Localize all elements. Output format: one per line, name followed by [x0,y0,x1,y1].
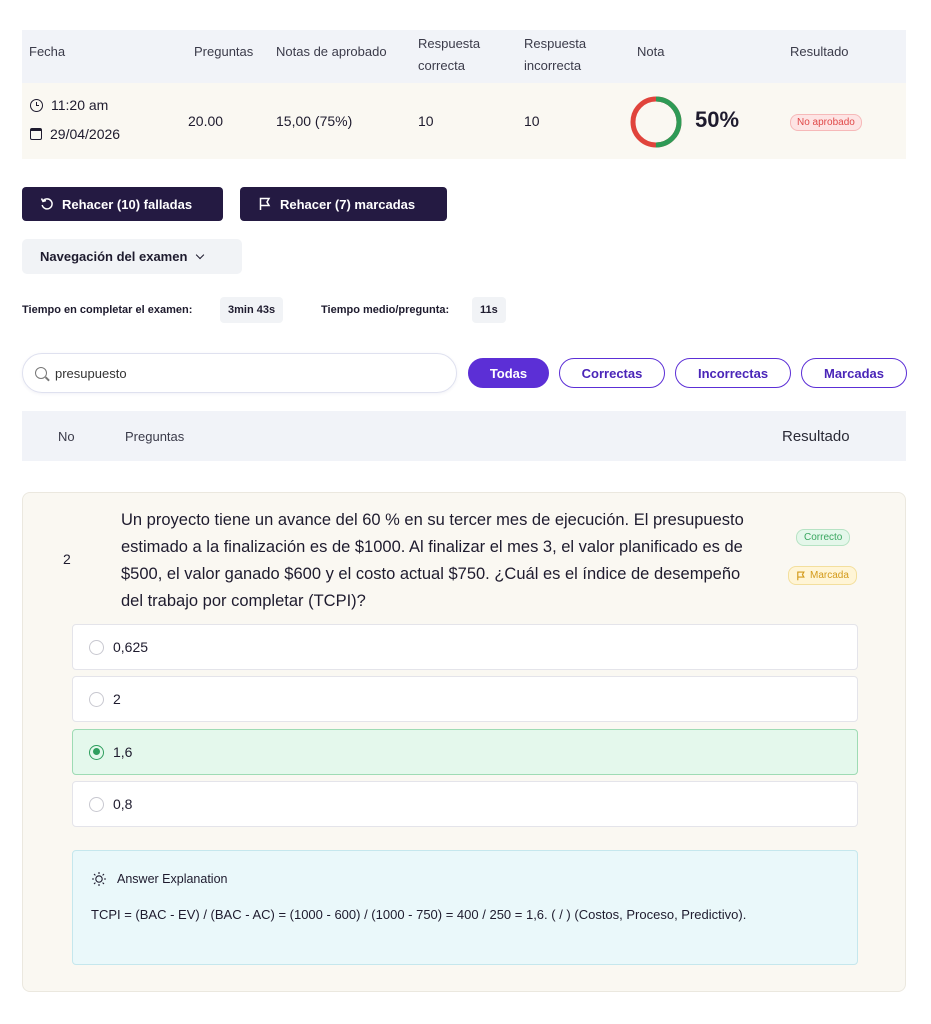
header-respuesta-correcta: Respuesta correcta [418,33,480,77]
header-respuesta-incorrecta-line1: Respuesta [524,36,587,51]
radio-icon [89,691,104,707]
question-flag-label: Marcada [810,570,849,581]
header-resultado: Resultado [790,44,849,59]
score-percent: 50% [695,107,740,132]
chevron-down-icon [196,250,205,259]
header-no: No [58,429,75,444]
answer-option-label: 0,625 [113,639,149,655]
filter-marcadas[interactable]: Marcadas [801,358,907,388]
header-preguntas-list: Preguntas [125,429,185,444]
total-time-label: Tiempo en completar el examen: [22,304,193,316]
header-fecha: Fecha [29,44,66,59]
exam-navigation-toggle[interactable]: Navegación del examen [22,239,242,274]
radio-icon [89,639,104,655]
correctas-value: 10 [418,113,434,129]
avg-time-label: Tiempo medio/pregunta: [321,304,450,316]
summary-header-row: Fecha Preguntas Notas de aprobado Respue… [22,30,906,83]
flag-icon [797,571,805,580]
total-time-value: 3min 43s [220,297,284,323]
exam-time: 11:20 am [30,97,108,113]
filter-incorrectas[interactable]: Incorrectas [675,358,791,388]
calendar-icon [30,128,42,140]
explanation-title-label: Answer Explanation [117,872,228,886]
search-box [22,353,457,393]
filter-todas[interactable]: Todas [468,358,549,388]
summary-data-row: 11:20 am 29/04/2026 20.00 15,00 (75%) 10… [22,83,906,159]
preguntas-value: 20.00 [188,113,224,129]
radio-icon [89,796,104,812]
retry-icon [40,198,53,210]
header-respuesta-incorrecta-line2: incorrecta [524,58,582,73]
header-notas-aprobado: Notas de aprobado [276,44,387,59]
question-flag-badge: Marcada [788,566,857,585]
exam-time-value: 11:20 am [51,97,109,113]
question-status-badge: Correcto [796,529,851,546]
header-respuesta-correcta-line1: Respuesta [418,36,481,51]
answer-option-label: 2 [113,691,121,707]
questions-table-header: No Preguntas Resultado [22,411,906,461]
answer-option[interactable]: 0,8 [72,781,858,827]
retry-failed-label: Rehacer (10) falladas [62,196,193,212]
avg-time-value: 11s [472,297,506,323]
explanation-text: TCPI = (BAC - EV) / (BAC - AC) = (1000 -… [91,907,747,922]
question-number: 2 [63,551,71,567]
incorrectas-value: 10 [524,113,540,129]
lightbulb-icon [92,872,106,886]
exam-date: 29/04/2026 [30,126,120,142]
answer-option[interactable]: 2 [72,676,858,722]
header-respuesta-incorrecta: Respuesta incorrecta [524,33,586,77]
search-icon [35,367,47,379]
flag-icon [259,197,271,210]
notas-aprobado-value: 15,00 (75%) [276,113,353,129]
explanation-title: Answer Explanation [91,871,227,887]
score-ring-chart [630,96,682,148]
radio-icon [89,744,104,760]
exam-summary-table: Fecha Preguntas Notas de aprobado Respue… [22,30,906,159]
exam-navigation-label: Navegación del examen [40,249,188,264]
search-input[interactable] [55,365,435,381]
header-nota: Nota [637,44,665,59]
retry-failed-button[interactable]: Rehacer (10) falladas [22,187,223,221]
clock-icon [30,98,43,112]
filter-correctas[interactable]: Correctas [559,358,665,388]
header-resultado-list: Resultado [782,428,850,445]
question-text: Un proyecto tiene un avance del 60 % en … [121,511,744,610]
header-preguntas: Preguntas [194,44,254,59]
result-badge: No aprobado [790,114,862,131]
header-respuesta-correcta-line2: correcta [418,58,465,73]
retry-marked-button[interactable]: Rehacer (7) marcadas [240,187,447,221]
answer-option-label: 0,8 [113,796,133,812]
answer-option[interactable]: 1,6 [72,729,858,775]
answer-option[interactable]: 0,625 [72,624,858,670]
exam-date-value: 29/04/2026 [50,126,121,142]
answer-option-label: 1,6 [113,744,133,760]
answer-explanation: Answer Explanation TCPI = (BAC - EV) / (… [72,850,858,965]
question-card: 2 Un proyecto tiene un avance del 60 % e… [22,492,906,992]
retry-marked-label: Rehacer (7) marcadas [280,196,416,212]
